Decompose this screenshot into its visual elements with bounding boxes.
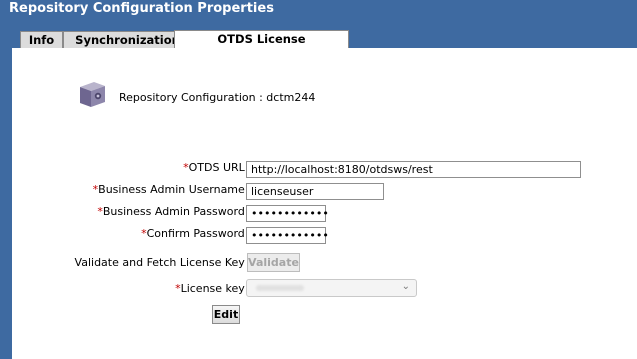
confirm-password-input[interactable]: •••••••••••• [246,227,329,244]
admin-password-label-text: Business Admin Password : [102,205,252,218]
license-key-label: *License key : [175,282,252,295]
admin-password-label: *Business Admin Password : [97,205,252,218]
repository-configuration-label: Repository Configuration : dctm244 [119,91,316,104]
otds-url-label: *OTDS URL : [183,161,252,174]
otds-url-input[interactable]: http://localhost:8180/otdsws/rest [246,161,581,178]
chevron-down-icon: ⌄ [401,281,410,292]
validate-label: Validate and Fetch License Key : [74,256,252,269]
admin-username-input[interactable]: licenseuser [246,183,384,200]
tab-info[interactable]: Info [20,31,63,48]
admin-username-label-text: Business Admin Username : [98,183,252,196]
validate-button[interactable]: Validate [247,253,300,272]
edit-button[interactable]: Edit [212,305,240,324]
admin-password-input[interactable]: •••••••••••• [246,205,329,222]
tab-synchronization[interactable]: Synchronization [63,31,192,48]
confirm-password-label: *Confirm Password : [141,227,252,240]
tab-otds-license-configuration[interactable]: OTDS License Configuration [174,30,349,63]
license-key-label-text: License key : [180,282,252,295]
repository-safe-icon [80,82,105,107]
license-key-select[interactable]: ⌄ [246,279,417,297]
admin-username-label: *Business Admin Username : [93,183,252,196]
otds-url-label-text: OTDS URL : [188,161,252,174]
window-title: Repository Configuration Properties [9,1,274,16]
license-key-value-placeholder [256,285,304,291]
confirm-password-label-text: Confirm Password : [146,227,252,240]
properties-panel: Repository Configuration : dctm244 *OTDS… [12,48,637,359]
